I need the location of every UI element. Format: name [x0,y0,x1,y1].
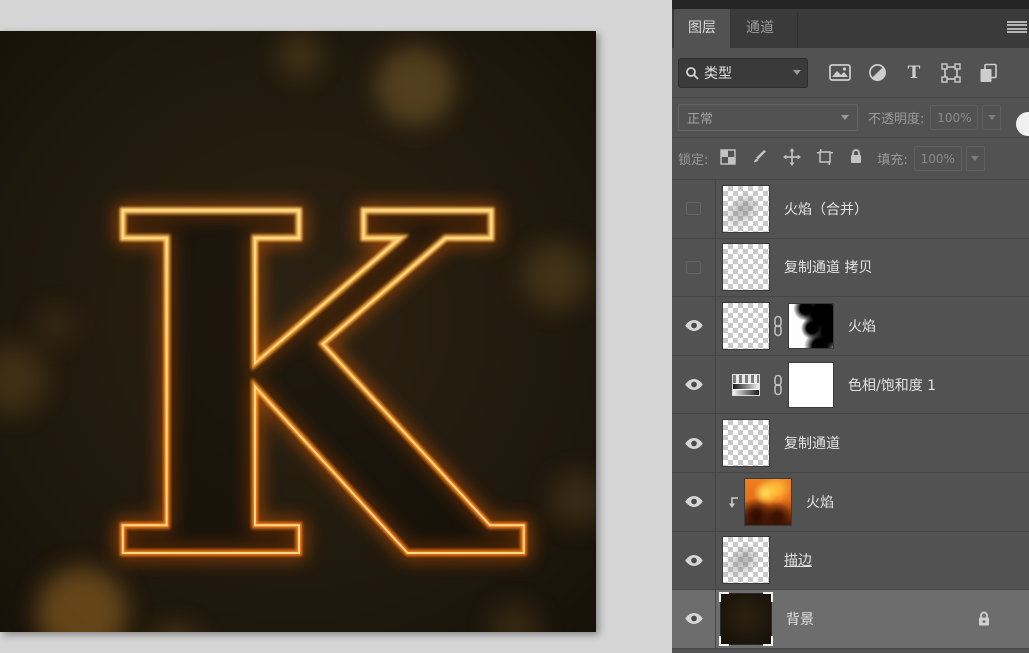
layer-row-background[interactable]: 背景 [672,590,1029,649]
visibility-toggle[interactable] [672,238,716,297]
visibility-toggle[interactable] [672,472,716,531]
selection-corner [719,591,729,602]
search-icon [686,66,699,80]
eye-icon [684,437,703,449]
chevron-down-icon [841,115,849,120]
layer-mask-thumbnail[interactable] [788,302,834,349]
lock-artboard-icon[interactable] [816,148,834,170]
tab-channels[interactable]: 通道 [732,9,788,48]
visibility-toggle[interactable] [672,297,716,355]
fill-value-field[interactable]: 100% [913,146,962,171]
tab-separator [797,13,798,48]
panel-tab-bar: 图层 通道 [672,9,1029,48]
layer-name[interactable]: 色相/饱和度 1 [848,375,936,395]
filter-kind-label: 类型 [704,65,732,82]
layer-row-copy-channel-copy[interactable]: 复制通道 拷贝 [672,238,1029,298]
eye-hidden-well [686,202,701,216]
clipping-mask-arrow-icon [729,496,738,508]
lock-all-icon[interactable] [849,148,863,169]
eye-hidden-well [686,260,701,274]
selection-corner [763,635,773,646]
layer-name[interactable]: 复制通道 [784,433,840,453]
eye-icon [684,613,703,625]
layer-filter-row: 类型 T [672,48,1029,136]
link-icon [774,374,782,395]
opacity-label: 不透明度: [868,112,925,127]
layer-row-stroke[interactable]: 描边 [672,531,1029,591]
visibility-toggle[interactable] [672,355,716,414]
letter-highlight: K [101,112,527,632]
type-filter-icon[interactable]: T [902,62,926,84]
eye-icon [684,320,703,332]
layer-row-fire-merged[interactable]: 火焰（合并） [672,180,1029,239]
opacity-dropdown-button[interactable] [982,105,1002,130]
layer-thumbnail[interactable] [722,243,770,292]
link-icon [774,315,782,337]
layers-panel: 图层 通道 类型 T 正常 不透明度: 100% 锁定: 填充: 100% 火焰… [672,0,1029,653]
lock-label: 锁定: [678,153,709,168]
selection-corner [719,635,729,646]
lock-position-icon[interactable] [783,147,802,170]
workspace-area: K K K [0,0,672,653]
layer-name[interactable]: 火焰（合并） [784,199,868,219]
shape-filter-icon[interactable] [939,62,963,84]
lock-row: 锁定: 填充: 100% [672,138,1029,180]
fire-letter-artwork: K K K [0,31,596,632]
blend-mode-row: 正常 不透明度: 100% [672,98,1029,138]
layer-thumbnail[interactable] [722,419,770,468]
lock-transparency-icon[interactable] [720,148,737,169]
layer-name[interactable]: 描边 [784,550,812,570]
layer-mask-thumbnail[interactable] [788,361,834,408]
layer-list: 火焰（合并） 复制通道 拷贝 火焰 色相/饱和度 1 复制通道 火焰 描边 背景 [672,180,1029,649]
layer-thumbnail[interactable] [722,184,770,233]
layer-row-fire-texture[interactable]: 火焰 [672,472,1029,532]
eye-icon [684,379,703,391]
visibility-toggle[interactable] [672,414,716,472]
layer-row-fire-masked[interactable]: 火焰 [672,297,1029,356]
blend-mode-select[interactable]: 正常 [678,104,858,131]
layer-lock-icon [979,611,989,626]
visibility-toggle[interactable] [672,180,716,238]
layer-name[interactable]: 火焰 [848,316,876,336]
opacity-value-field[interactable]: 100% [930,105,979,130]
layer-thumbnail[interactable] [722,536,770,585]
document-canvas[interactable]: K K K [0,31,596,632]
layer-row-copy-channel[interactable]: 复制通道 [672,414,1029,473]
fill-dropdown-button[interactable] [965,146,985,171]
layer-name[interactable]: 背景 [786,609,814,629]
blend-mode-value: 正常 [687,112,714,127]
photoshop-window: K K K 图层 通道 类型 T 正常 不透明度: 100% 锁定: 填充: 1… [0,0,1029,653]
panel-top-strip [672,0,1029,9]
layer-row-hue-saturation[interactable]: 色相/饱和度 1 [672,355,1029,415]
adjustment-filter-icon[interactable] [865,62,889,84]
eye-icon [684,496,703,508]
layer-name[interactable]: 复制通道 拷贝 [784,257,872,277]
adjustment-layer-thumbnail[interactable] [722,361,770,409]
panel-menu-icon[interactable] [1007,19,1027,35]
filter-kind-select[interactable]: 类型 [678,57,808,88]
selection-corner [763,591,773,602]
fill-label: 填充: [877,153,908,168]
lock-pixels-brush-icon[interactable] [751,148,768,169]
eye-icon [684,554,703,566]
hue-saturation-icon [732,373,760,396]
layer-thumbnail[interactable] [719,591,773,646]
chevron-down-icon [793,70,801,75]
visibility-toggle[interactable] [672,531,716,590]
smart-object-filter-icon[interactable] [976,62,1000,84]
layer-thumbnail[interactable] [744,477,792,526]
layer-name[interactable]: 火焰 [806,492,834,512]
tab-layers[interactable]: 图层 [674,9,730,48]
layer-thumbnail[interactable] [722,301,770,350]
visibility-toggle[interactable] [672,590,716,648]
image-filter-icon[interactable] [828,62,852,84]
